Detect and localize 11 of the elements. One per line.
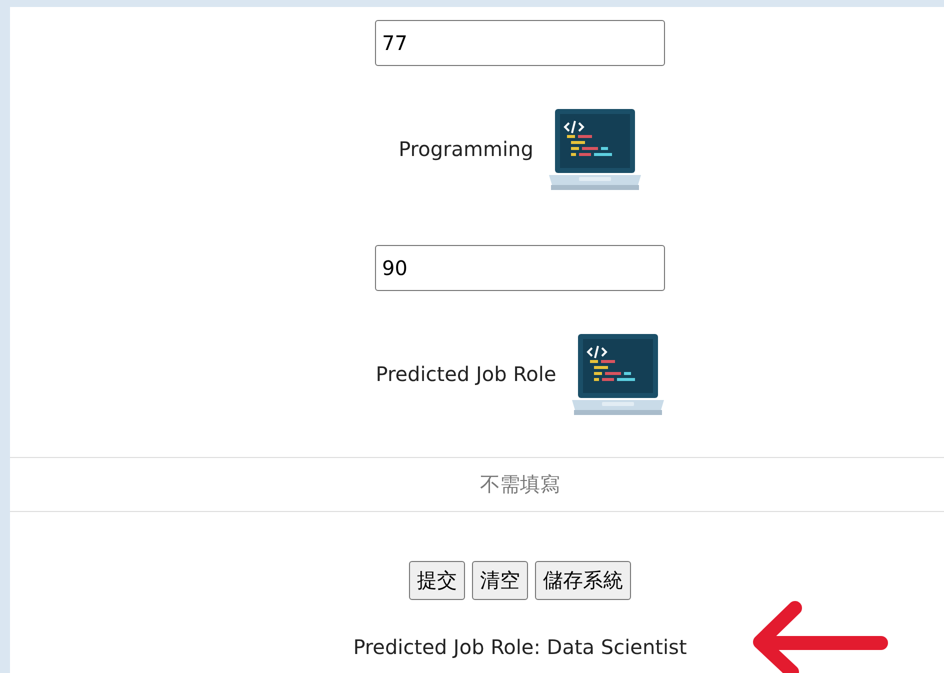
field-label: Predicted Job Role <box>376 362 556 386</box>
number-field[interactable]: 77 <box>375 20 665 66</box>
form-button[interactable]: 儲存系統 <box>535 561 631 600</box>
field-label: Programming <box>398 137 534 161</box>
form-button[interactable]: 提交 <box>409 561 465 600</box>
laptop-code-icon <box>549 107 642 191</box>
laptop-code-icon <box>572 332 664 416</box>
note-text: 不需填寫 <box>480 471 560 498</box>
result-text: Predicted Job Role: Data Scientist <box>353 635 687 659</box>
number-field[interactable]: 90 <box>375 245 665 291</box>
form-button[interactable]: 清空 <box>472 561 528 600</box>
